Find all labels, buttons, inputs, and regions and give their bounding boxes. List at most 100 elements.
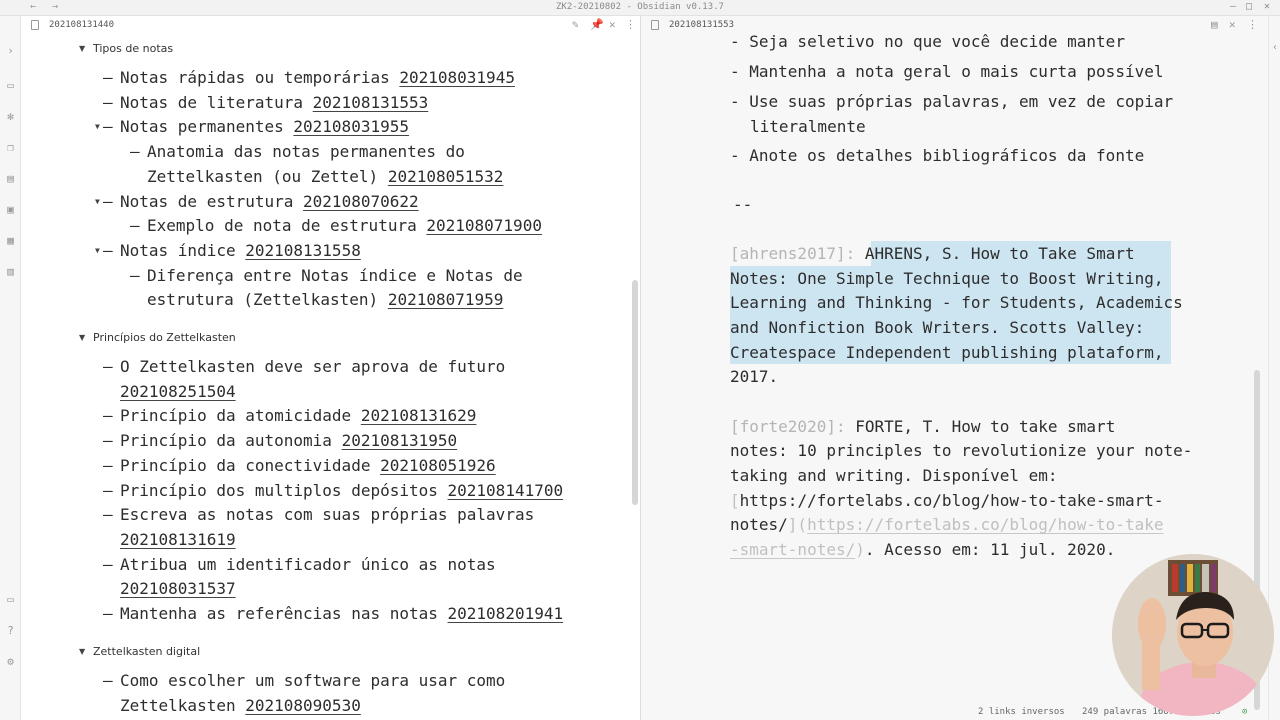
list-item-continuation: literalmente: [750, 117, 866, 136]
copy-icon[interactable]: ❐: [4, 141, 17, 154]
item-label: Princípio dos multiplos depósitos: [120, 480, 448, 500]
calendar-icon[interactable]: ▦: [4, 234, 17, 247]
edit-icon[interactable]: ✎: [572, 18, 579, 31]
internal-link[interactable]: 202108131619: [120, 530, 236, 549]
internal-link[interactable]: 202108051926: [380, 456, 496, 475]
internal-link[interactable]: 202108071959: [388, 290, 504, 309]
pin-icon[interactable]: 📌: [590, 18, 604, 31]
item-label: Atribua um identificador único as notas: [120, 554, 496, 574]
left-pane-header: 202108131440 ✎ 📌 ✕ ⋮: [21, 16, 639, 36]
item-text: Princípio dos multiplos depósitos 202108…: [120, 479, 563, 504]
list-dash: –: [130, 216, 140, 236]
reading-view-icon[interactable]: ▤: [1211, 18, 1218, 31]
internal-link[interactable]: 202108131950: [342, 431, 458, 450]
list-item: - Anote os detalhes bibliográficos da fo…: [730, 146, 1145, 165]
collapse-caret-icon[interactable]: ▼: [95, 115, 100, 140]
internal-link[interactable]: 202108031945: [399, 68, 515, 87]
internal-link[interactable]: 202108131553: [313, 93, 429, 112]
citation-key: [forte2020]:: [730, 417, 846, 436]
item-label: Zettelkasten (ou Zettel): [147, 166, 388, 186]
internal-link[interactable]: 202108090530: [245, 696, 361, 715]
item-text: Notas índice 202108131558: [120, 239, 361, 264]
reference-link-line: -smart-notes/). Acesso em: 11 jul. 2020.: [730, 540, 1116, 559]
list-dash: –: [103, 240, 113, 260]
section-title: Princípios do Zettelkasten: [93, 331, 236, 344]
item-label: Escreva as notas com suas próprias palav…: [120, 505, 535, 525]
item-text: Notas de literatura 202108131553: [120, 91, 428, 116]
template-icon[interactable]: ▥: [4, 265, 17, 278]
item-text: Diferença entre Notas índice e Notas de: [147, 264, 523, 289]
item-text: Princípio da autonomia 202108131950: [120, 429, 457, 454]
file-icon: [31, 20, 39, 30]
internal-link[interactable]: 202108201941: [448, 604, 564, 623]
item-text: Mantenha as referências nas notas 202108…: [120, 602, 563, 627]
internal-link[interactable]: 202108141700: [448, 481, 564, 500]
left-editor-pane[interactable]: 202108131440 ✎ 📌 ✕ ⋮ ▼ Tipos de notas – Not…: [21, 16, 639, 720]
collapse-caret-icon[interactable]: ▼: [79, 44, 85, 53]
item-label: Princípio da atomicidade: [120, 406, 361, 426]
vault-icon[interactable]: ▭: [4, 593, 17, 606]
maximize-icon[interactable]: □: [1246, 1, 1252, 12]
inbox-icon[interactable]: ▣: [4, 203, 17, 216]
item-text: Atribua um identificador único as notas: [120, 553, 496, 578]
item-text: Zettelkasten 202108090530: [120, 694, 361, 719]
close-icon[interactable]: ✕: [609, 18, 616, 31]
collapse-caret-icon[interactable]: ▼: [79, 333, 85, 342]
internal-link[interactable]: 202108131558: [245, 241, 361, 260]
url-link[interactable]: -smart-notes/: [730, 540, 855, 559]
list-dash: –: [103, 455, 113, 475]
collapse-caret-icon[interactable]: ▼: [79, 647, 85, 656]
settings-icon[interactable]: ⚙: [4, 655, 17, 668]
more-options-icon[interactable]: ⋮: [625, 18, 636, 31]
list-dash: –: [130, 142, 140, 162]
item-text: Notas rápidas ou temporárias 20210803194…: [120, 66, 515, 91]
url-link[interactable]: https://fortelabs.co/blog/how-to-take: [807, 515, 1163, 534]
separator: --: [733, 195, 753, 214]
left-pane-title[interactable]: 202108131440: [49, 20, 114, 30]
right-pane-title[interactable]: 202108131553: [669, 20, 734, 30]
list-dash: –: [103, 117, 113, 137]
webcam-overlay: [1112, 554, 1274, 716]
file-icon: [651, 20, 659, 30]
internal-link[interactable]: 202108070622: [303, 192, 419, 211]
item-text: estrutura (Zettelkasten) 202108071959: [147, 288, 503, 313]
internal-link[interactable]: 202108031955: [293, 117, 409, 136]
list-dash: –: [103, 671, 113, 690]
presenter-photo: [1112, 554, 1274, 716]
internal-link[interactable]: 202108131629: [361, 406, 477, 425]
stack-icon[interactable]: ▤: [4, 172, 17, 185]
collapse-caret-icon[interactable]: ▼: [95, 239, 100, 264]
internal-link[interactable]: 202108071900: [426, 216, 542, 235]
reference-line: 2017.: [730, 367, 779, 386]
internal-link[interactable]: 202108051532: [388, 167, 504, 186]
item-text: 202108251504: [120, 380, 236, 405]
expand-sidebar-icon[interactable]: ›: [4, 44, 17, 57]
more-options-icon[interactable]: ⋮: [1247, 18, 1258, 31]
help-icon[interactable]: ?: [4, 624, 17, 637]
list-dash: –: [103, 480, 113, 500]
close-window-icon[interactable]: ✕: [1264, 1, 1270, 12]
close-icon[interactable]: ✕: [1229, 18, 1236, 31]
internal-link[interactable]: 202108251504: [120, 382, 236, 401]
left-scrollbar[interactable]: [632, 280, 638, 505]
expand-right-sidebar-icon[interactable]: ‹: [1269, 42, 1280, 53]
list-dash: –: [103, 68, 113, 87]
sync-status-icon[interactable]: ⊙: [1242, 707, 1247, 717]
list-dash: –: [103, 554, 113, 574]
list-dash: –: [103, 604, 113, 623]
reference-line: notes: 10 principles to revolutionize yo…: [730, 441, 1193, 460]
item-label: Notas de estrutura: [120, 191, 304, 211]
left-ribbon: › ▭ ✻ ❐ ▤ ▣ ▦ ▥ ▭ ? ⚙: [0, 16, 21, 720]
list-dash: –: [130, 265, 140, 285]
citation-key: [ahrens2017]:: [730, 244, 856, 263]
file-icon[interactable]: ▭: [4, 79, 17, 92]
item-label: Diferença entre Notas índice e Notas de: [147, 265, 523, 285]
link-text[interactable]: https://fortelabs.co/blog/how-to-take-sm…: [740, 491, 1164, 510]
internal-link[interactable]: 202108031537: [120, 579, 236, 598]
collapse-caret-icon[interactable]: ▼: [95, 190, 100, 215]
backlinks-count[interactable]: 2 links inversos: [978, 707, 1065, 717]
graph-icon[interactable]: ✻: [4, 110, 17, 123]
reference-line: Createspace Independent publishing plata…: [730, 343, 1164, 362]
link-text[interactable]: notes/: [730, 515, 788, 534]
minimize-icon[interactable]: –: [1230, 1, 1236, 12]
